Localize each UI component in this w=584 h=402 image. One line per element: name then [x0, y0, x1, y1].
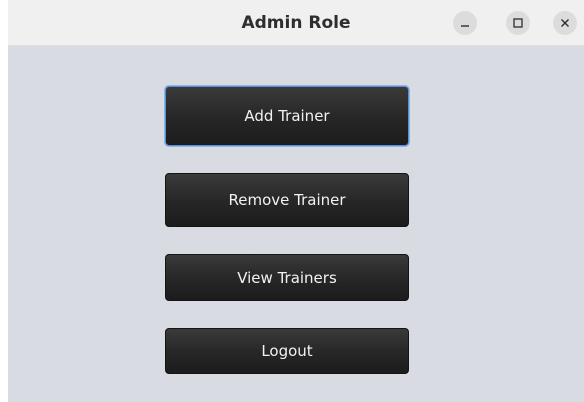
window-title: Admin Role [241, 13, 351, 33]
view-trainers-button[interactable]: View Trainers [165, 254, 409, 301]
close-icon [560, 18, 570, 28]
maximize-button[interactable] [506, 11, 530, 35]
add-trainer-button[interactable]: Add Trainer [165, 86, 409, 146]
app-window: Admin Role Add Trainer Remove Trainer Vi… [8, 0, 584, 402]
maximize-icon [513, 18, 523, 28]
minimize-button[interactable] [453, 11, 477, 35]
remove-trainer-button[interactable]: Remove Trainer [165, 173, 409, 227]
minimize-icon [460, 18, 470, 28]
title-bar[interactable]: Admin Role [8, 0, 584, 46]
logout-button[interactable]: Logout [165, 328, 409, 374]
close-button[interactable] [553, 11, 577, 35]
